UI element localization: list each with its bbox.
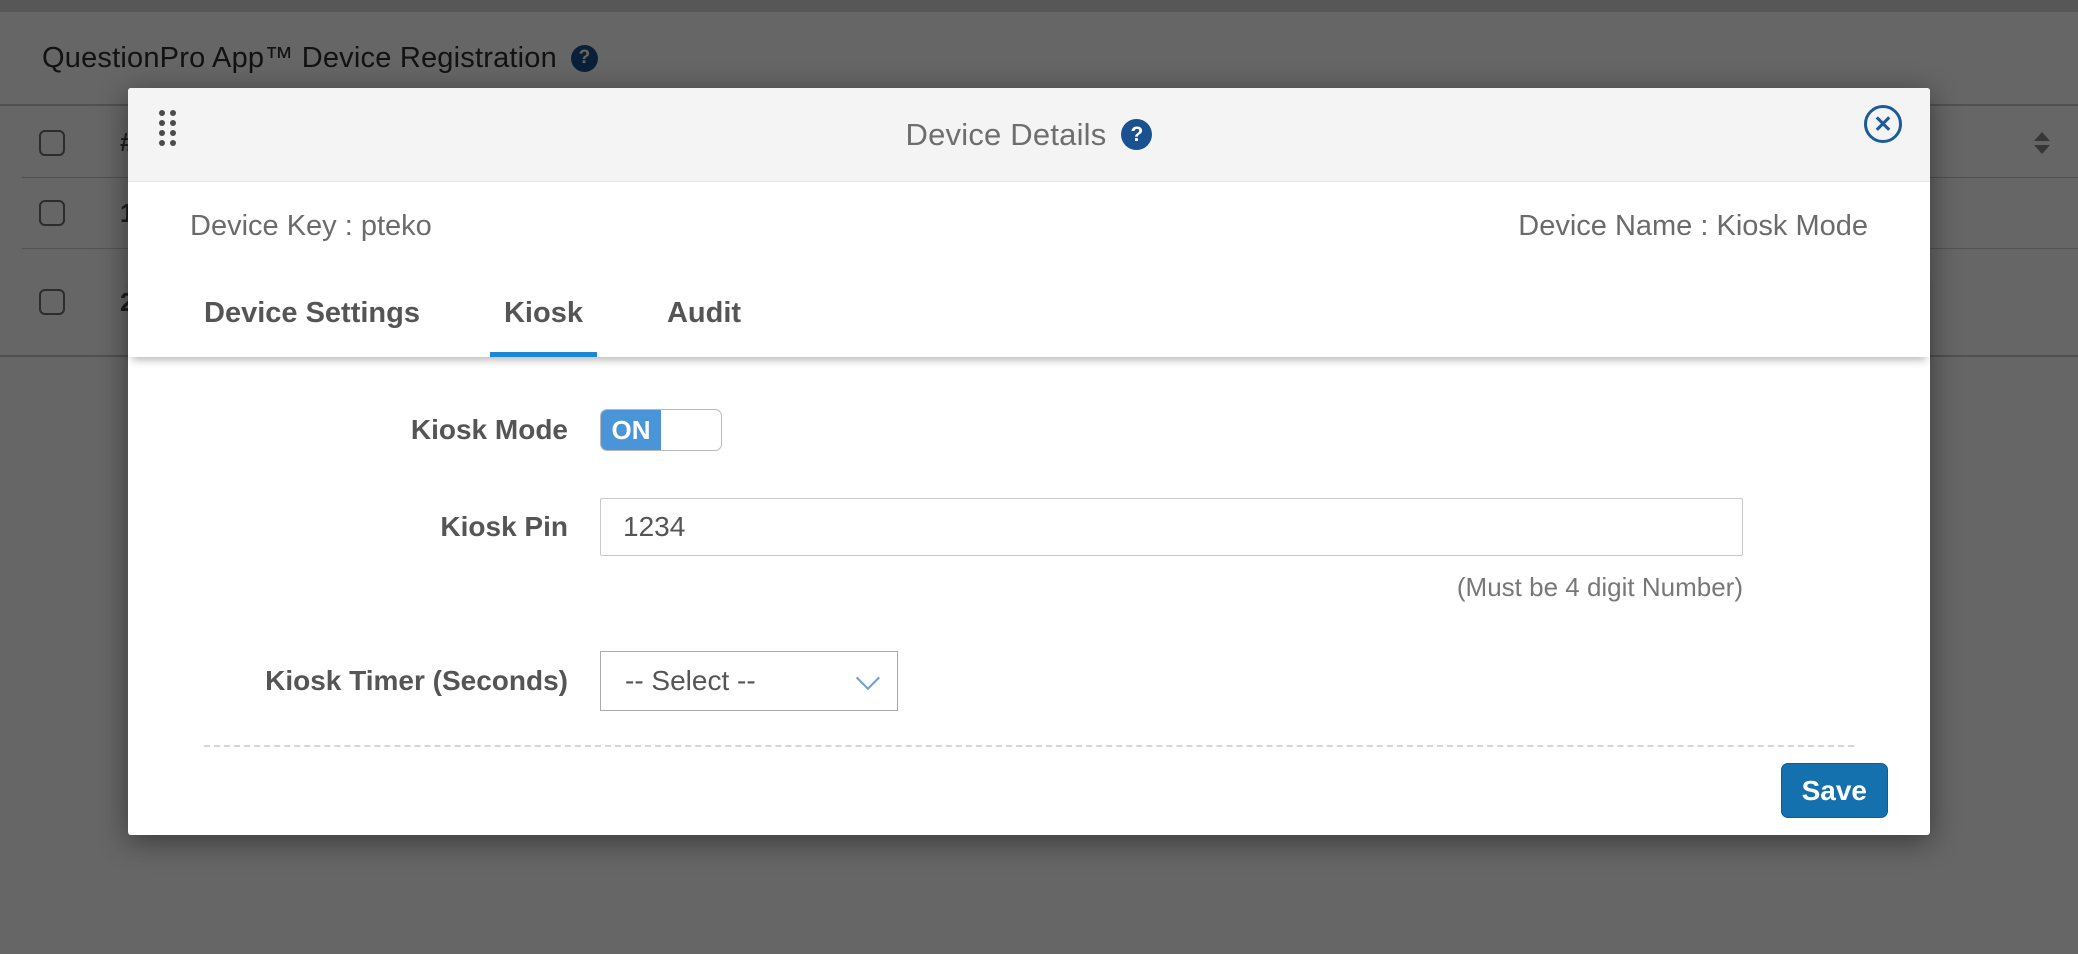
kiosk-pin-hint: (Must be 4 digit Number) [1457,572,1743,602]
footer-divider [204,745,1854,747]
device-info-row: Device Key : pteko Device Name : Kiosk M… [128,182,1930,270]
kiosk-tab-panel: Kiosk Mode ON Kiosk Pin (Must be 4 digit… [128,357,1930,748]
device-key-text: Device Key : pteko [190,210,432,243]
save-button[interactable]: Save [1781,763,1888,818]
kiosk-timer-select[interactable]: -- Select -- [600,651,898,711]
modal-footer: Save [128,748,1930,835]
modal-header: Device Details ? ✕ [128,88,1930,182]
tab-kiosk[interactable]: Kiosk [490,270,597,357]
tab-device-settings[interactable]: Device Settings [190,270,434,357]
modal-help-icon[interactable]: ? [1121,119,1152,150]
kiosk-mode-toggle[interactable]: ON [600,409,722,451]
drag-handle-icon[interactable] [155,106,180,150]
chevron-down-icon [856,666,880,690]
kiosk-timer-selected-value: -- Select -- [625,665,756,697]
tab-audit[interactable]: Audit [653,270,755,357]
kiosk-timer-label: Kiosk Timer (Seconds) [190,665,568,697]
kiosk-pin-input[interactable] [600,498,1743,556]
modal-title: Device Details [906,117,1107,153]
tabs-bar: Device Settings Kiosk Audit [128,270,1930,357]
device-name-text: Device Name : Kiosk Mode [1518,210,1868,243]
kiosk-mode-label: Kiosk Mode [190,414,568,446]
device-details-modal: Device Details ? ✕ Device Key : pteko De… [128,88,1930,835]
close-icon[interactable]: ✕ [1864,105,1902,143]
toggle-on-state: ON [601,410,661,450]
kiosk-pin-label: Kiosk Pin [190,511,568,543]
